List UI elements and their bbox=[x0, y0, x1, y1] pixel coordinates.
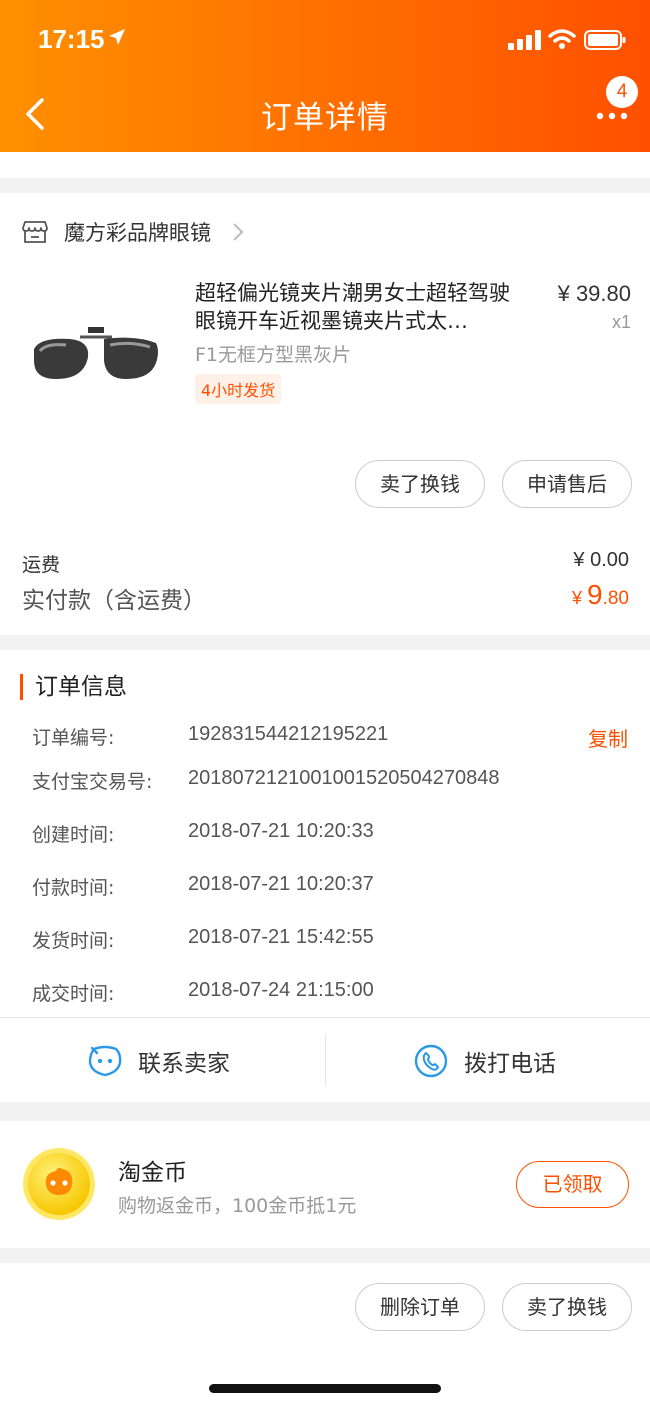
amount-paid-decimal: .80 bbox=[602, 588, 629, 609]
info-value: 2018-07-21 15:42:55 bbox=[188, 926, 374, 948]
battery-icon bbox=[584, 30, 626, 50]
notification-badge: 4 bbox=[606, 76, 638, 108]
gold-coin-icon bbox=[23, 1148, 95, 1220]
call-button[interactable]: 拨打电话 bbox=[414, 1018, 556, 1103]
product-image[interactable] bbox=[26, 299, 166, 409]
shop-icon bbox=[22, 221, 48, 243]
amount-paid-label: 实付款（含运费） bbox=[22, 588, 206, 614]
info-label: 发货时间: bbox=[32, 930, 115, 952]
completed-time-row: 成交时间: 2018-07-24 21:15:00 bbox=[32, 979, 632, 1007]
created-time-row: 创建时间: 2018-07-21 10:20:33 bbox=[32, 820, 632, 848]
chat-face-icon bbox=[88, 1045, 122, 1076]
status-bar: 17:15 bbox=[0, 0, 650, 80]
bottom-action-bar: 删除订单 卖了换钱 bbox=[0, 1263, 650, 1407]
shipped-time-row: 发货时间: 2018-07-21 15:42:55 bbox=[32, 926, 632, 954]
info-label: 订单编号: bbox=[32, 727, 115, 749]
amount-paid-value: ¥ 9.80 bbox=[572, 579, 629, 611]
contact-bar: 联系卖家 拨打电话 bbox=[0, 1017, 650, 1102]
paid-time-row: 付款时间: 2018-07-21 10:20:37 bbox=[32, 873, 632, 901]
info-value: 2018-07-21 10:20:33 bbox=[188, 820, 374, 842]
info-value: 192831544212195221 bbox=[188, 723, 389, 745]
info-value: 2018072121001001520504270848 bbox=[188, 767, 500, 789]
copy-button[interactable]: 复制 bbox=[588, 723, 628, 752]
product-sku: F1无框方型黑灰片 bbox=[195, 344, 352, 366]
info-label: 成交时间: bbox=[32, 983, 115, 1005]
info-label: 支付宝交易号: bbox=[32, 771, 153, 793]
info-label: 付款时间: bbox=[32, 877, 115, 899]
contact-seller-button[interactable]: 联系卖家 bbox=[88, 1018, 230, 1103]
sell-for-cash-bottom-button[interactable]: 卖了换钱 bbox=[502, 1283, 632, 1331]
coin-description: 购物返金币，100金币抵1元 bbox=[118, 1195, 357, 1217]
delete-order-button[interactable]: 删除订单 bbox=[355, 1283, 485, 1331]
info-value: 2018-07-24 21:15:00 bbox=[188, 979, 374, 1001]
product-quantity: x1 bbox=[611, 312, 631, 332]
alipay-trade-row: 支付宝交易号: 2018072121001001520504270848 bbox=[32, 767, 632, 795]
divider bbox=[325, 1034, 326, 1086]
page-title: 订单详情 bbox=[261, 100, 389, 136]
order-info-heading: 订单信息 bbox=[20, 674, 127, 700]
order-number-row: 订单编号: 192831544212195221 bbox=[32, 723, 632, 751]
shipping-tag: 4小时发货 bbox=[195, 374, 282, 404]
after-sale-button[interactable]: 申请售后 bbox=[502, 460, 632, 508]
coin-title: 淘金币 bbox=[118, 1160, 187, 1186]
status-time: 17:15 bbox=[38, 24, 105, 54]
sell-for-cash-button[interactable]: 卖了换钱 bbox=[355, 460, 485, 508]
amount-paid-currency: ¥ bbox=[571, 588, 587, 608]
phone-icon bbox=[414, 1044, 448, 1077]
info-label: 创建时间: bbox=[32, 824, 115, 846]
shipping-fee-value: ¥ 0.00 bbox=[573, 549, 629, 571]
signal-icon bbox=[508, 30, 541, 50]
shop-link[interactable]: 魔方彩品牌眼镜 bbox=[22, 217, 245, 247]
header-bar: 17:15 订单详情 4 bbox=[0, 0, 650, 152]
top-spacer bbox=[0, 152, 650, 178]
location-arrow-icon bbox=[109, 29, 125, 45]
order-info-card: 订单信息 订单编号: 192831544212195221 复制 支付宝交易号:… bbox=[0, 650, 650, 1102]
product-price: ¥ 39.80 bbox=[557, 281, 631, 306]
product-title[interactable]: 超轻偏光镜夹片潮男女士超轻驾驶眼镜开车近视墨镜夹片式太… bbox=[195, 279, 525, 335]
taobao-coin-card: 淘金币 购物返金币，100金币抵1元 已领取 bbox=[0, 1121, 650, 1248]
shop-name: 魔方彩品牌眼镜 bbox=[64, 221, 211, 245]
call-label: 拨打电话 bbox=[464, 1050, 556, 1077]
order-item-card: 魔方彩品牌眼镜 超轻偏光镜夹片潮男女士超轻驾驶眼镜开车近视墨镜夹片式太… ¥ 3… bbox=[0, 193, 650, 635]
wifi-icon bbox=[548, 29, 576, 49]
chevron-right-icon bbox=[233, 223, 244, 241]
info-value: 2018-07-21 10:20:37 bbox=[188, 873, 374, 895]
coins-claimed-button[interactable]: 已领取 bbox=[516, 1161, 629, 1208]
home-indicator[interactable] bbox=[209, 1384, 441, 1393]
shipping-fee-label: 运费 bbox=[22, 554, 61, 576]
amount-paid-integer: 9 bbox=[587, 579, 603, 610]
contact-seller-label: 联系卖家 bbox=[138, 1050, 230, 1077]
